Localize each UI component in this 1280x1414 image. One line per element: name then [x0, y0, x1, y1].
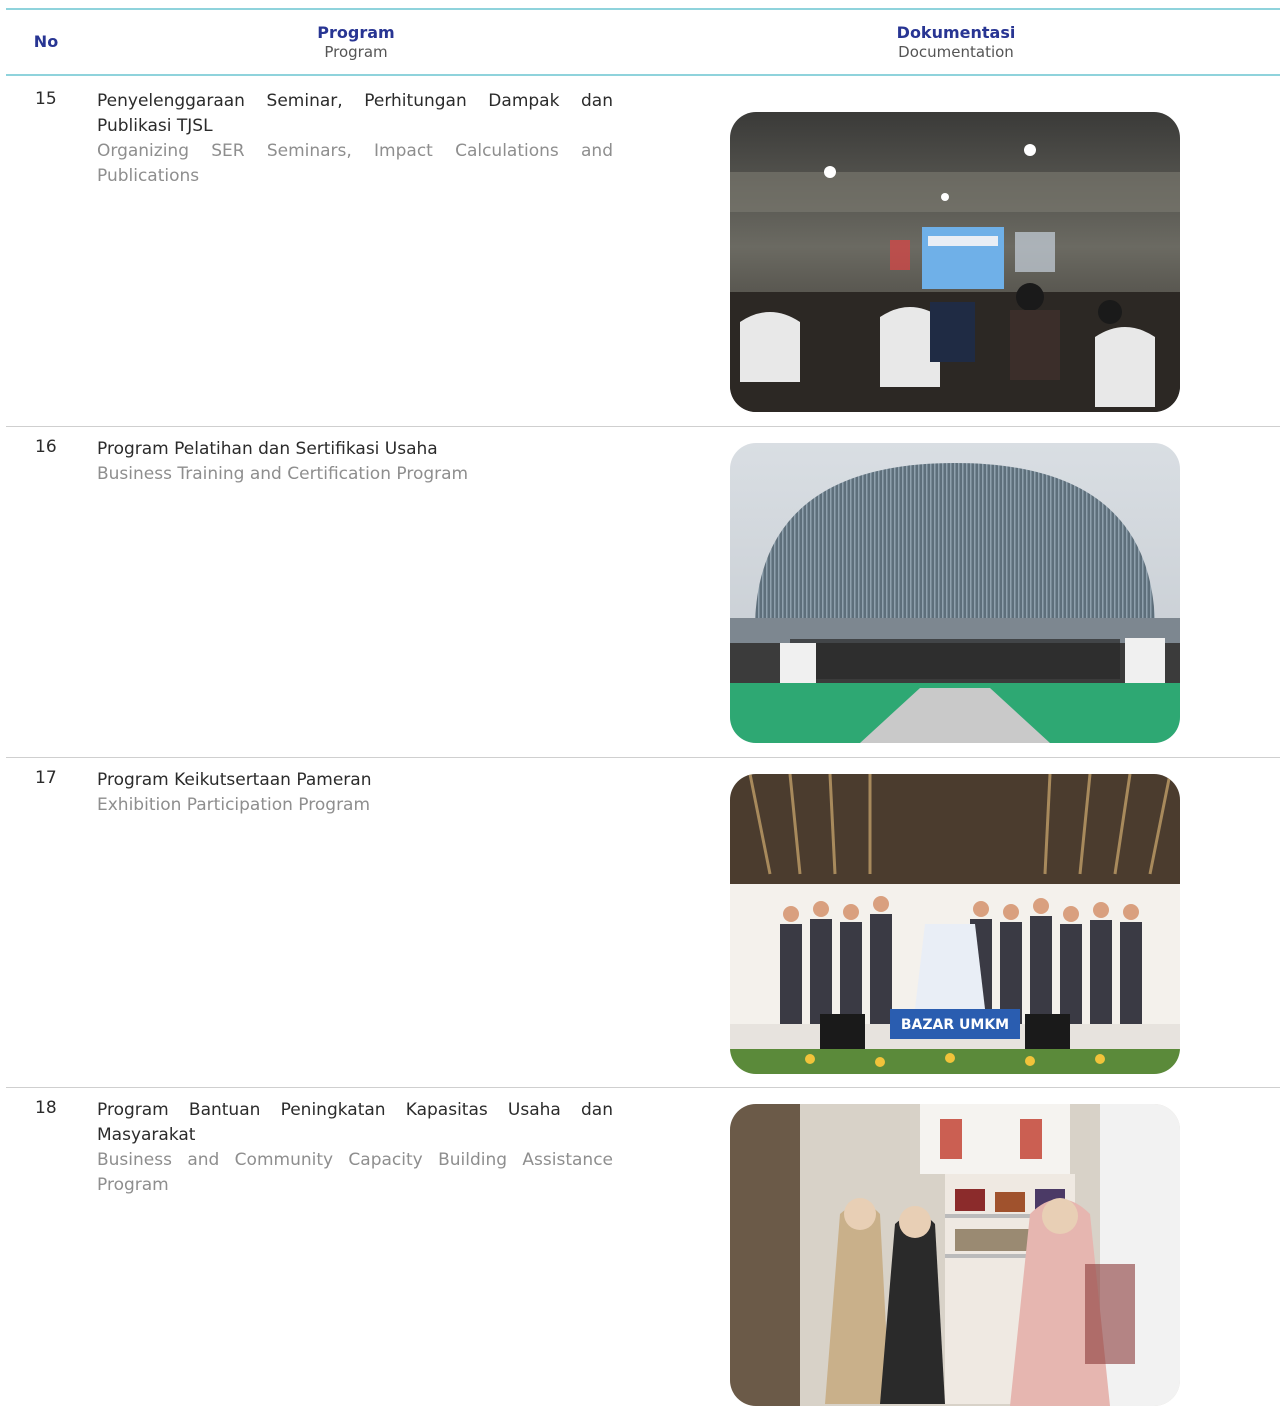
program-title-en: Organizing SER Seminars, Impact Calculat…	[97, 141, 613, 186]
seminar-hall-photo	[730, 112, 1180, 412]
program-cell: Program Bantuan Peningkatan Kapasitas Us…	[97, 1098, 613, 1198]
table-row: 15 Penyelenggaraan Seminar, Perhitungan …	[6, 79, 1280, 427]
svg-text:BAZAR UMKM: BAZAR UMKM	[901, 1017, 1009, 1033]
row-number: 16	[35, 437, 57, 457]
exhibition-stage-group-photo: BAZAR UMKM	[730, 774, 1180, 1074]
program-title: Program Pelatihan dan Sertifikasi Usaha	[97, 439, 438, 459]
header-program-label-en: Program	[324, 42, 388, 61]
header-program-label: Program	[317, 22, 395, 42]
dome-building-group-photo	[730, 443, 1180, 743]
program-cell: Program Keikutsertaan Pameran Exhibition…	[97, 768, 613, 818]
header-program: Program Program	[206, 10, 506, 74]
row-number: 15	[35, 89, 57, 109]
program-title-en: Business Training and Certification Prog…	[97, 464, 469, 484]
row-number: 17	[35, 768, 57, 788]
program-title-en: Business and Community Capacity Building…	[97, 1150, 613, 1195]
row-number: 18	[35, 1098, 57, 1118]
table-row: 17 Program Keikutsertaan Pameran Exhibit…	[6, 758, 1280, 1088]
program-title-en: Exhibition Participation Program	[97, 795, 371, 815]
header-documentation: Dokumentasi Documentation	[806, 10, 1106, 74]
header-documentation-label-en: Documentation	[898, 42, 1014, 61]
program-title: Program Bantuan Peningkatan Kapasitas Us…	[97, 1100, 613, 1145]
program-cell: Program Pelatihan dan Sertifikasi Usaha …	[97, 437, 613, 487]
header-documentation-label: Dokumentasi	[896, 22, 1016, 42]
program-title: Penyelenggaraan Seminar, Perhitungan Dam…	[97, 91, 613, 136]
shop-women-photo	[730, 1104, 1180, 1406]
table-row: 16 Program Pelatihan dan Sertifikasi Usa…	[6, 427, 1280, 758]
table-row: 18 Program Bantuan Peningkatan Kapasitas…	[6, 1088, 1280, 1414]
program-cell: Penyelenggaraan Seminar, Perhitungan Dam…	[97, 89, 613, 189]
header-no: No	[26, 10, 66, 74]
header-no-label: No	[33, 32, 59, 51]
table-header: No Program Program Dokumentasi Documenta…	[6, 8, 1280, 76]
program-title: Program Keikutsertaan Pameran	[97, 770, 372, 790]
